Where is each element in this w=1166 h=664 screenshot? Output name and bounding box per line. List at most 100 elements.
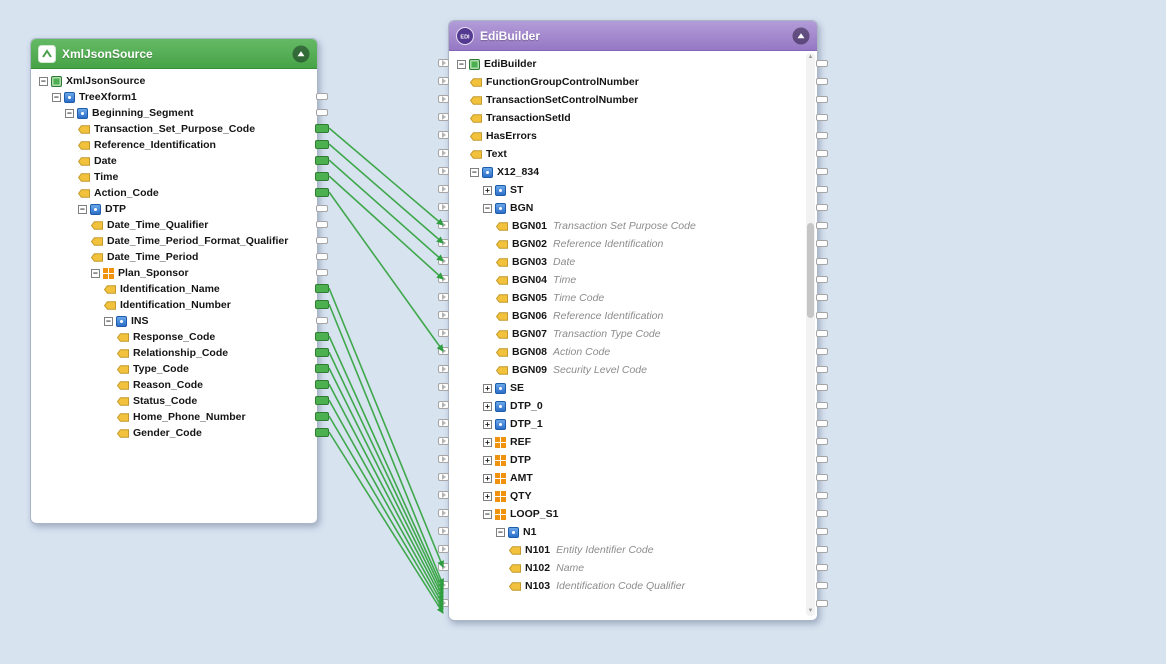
target-input-port[interactable] xyxy=(438,419,449,427)
source-output-port[interactable] xyxy=(315,300,329,309)
target-output-port[interactable] xyxy=(816,366,828,373)
collapse-node-icon[interactable]: − xyxy=(470,168,479,177)
scrollbar[interactable]: ▲ ▼ xyxy=(806,53,815,616)
mapping-connection[interactable] xyxy=(329,160,443,261)
target-input-port[interactable] xyxy=(438,491,449,499)
tree-row[interactable]: Transaction_Set_Purpose_Code xyxy=(31,121,317,137)
mapping-connection[interactable] xyxy=(329,368,443,597)
tree-row[interactable]: −BGN xyxy=(449,199,817,217)
source-panel-header[interactable]: XmlJsonSource xyxy=(31,39,317,69)
tree-row[interactable]: Status_Code xyxy=(31,393,317,409)
tree-row[interactable]: TransactionSetId xyxy=(449,109,817,127)
target-output-port[interactable] xyxy=(816,258,828,265)
tree-row[interactable]: BGN08Action Code xyxy=(449,343,817,361)
source-output-port[interactable] xyxy=(315,124,329,133)
tree-row[interactable]: Time xyxy=(31,169,317,185)
collapse-node-icon[interactable]: − xyxy=(483,204,492,213)
target-output-port[interactable] xyxy=(816,204,828,211)
target-output-port[interactable] xyxy=(816,600,828,607)
tree-row[interactable]: +DTP_1 xyxy=(449,415,817,433)
scrollbar-thumb[interactable] xyxy=(807,223,814,318)
expand-node-icon[interactable]: + xyxy=(483,456,492,465)
collapse-node-icon[interactable]: − xyxy=(52,93,61,102)
collapse-node-icon[interactable]: − xyxy=(91,269,100,278)
target-input-port[interactable] xyxy=(438,311,449,319)
tree-row[interactable]: N102Name xyxy=(449,559,817,577)
tree-row[interactable]: N103Identification Code Qualifier xyxy=(449,577,817,595)
target-input-port[interactable] xyxy=(438,275,449,283)
target-input-port[interactable] xyxy=(438,95,449,103)
source-output-port[interactable] xyxy=(315,284,329,293)
target-output-port[interactable] xyxy=(816,276,828,283)
mapping-connection[interactable] xyxy=(329,144,443,243)
target-input-port[interactable] xyxy=(438,131,449,139)
target-output-port[interactable] xyxy=(816,60,828,67)
source-output-port[interactable] xyxy=(315,172,329,181)
target-output-port[interactable] xyxy=(816,582,828,589)
target-output-port[interactable] xyxy=(816,510,828,517)
target-output-port[interactable] xyxy=(816,474,828,481)
target-input-port[interactable] xyxy=(438,257,449,265)
tree-row[interactable]: Relationship_Code xyxy=(31,345,317,361)
target-output-port[interactable] xyxy=(816,546,828,553)
target-output-port[interactable] xyxy=(816,240,828,247)
source-output-port[interactable] xyxy=(316,237,328,244)
expand-node-icon[interactable]: + xyxy=(483,402,492,411)
tree-row[interactable]: BGN05Time Code xyxy=(449,289,817,307)
source-output-port[interactable] xyxy=(316,317,328,324)
scrollbar-down-icon[interactable]: ▼ xyxy=(806,607,815,616)
target-output-port[interactable] xyxy=(816,96,828,103)
target-input-port[interactable] xyxy=(438,563,449,571)
tree-row[interactable]: Date xyxy=(31,153,317,169)
tree-row[interactable]: BGN03Date xyxy=(449,253,817,271)
source-output-port[interactable] xyxy=(315,140,329,149)
tree-row[interactable]: BGN04Time xyxy=(449,271,817,289)
expand-node-icon[interactable]: + xyxy=(483,438,492,447)
target-output-port[interactable] xyxy=(816,114,828,121)
mapping-connection[interactable] xyxy=(329,432,443,613)
mapping-connection[interactable] xyxy=(329,304,443,585)
target-input-port[interactable] xyxy=(438,293,449,301)
source-output-port[interactable] xyxy=(316,269,328,276)
source-output-port[interactable] xyxy=(315,380,329,389)
tree-row[interactable]: BGN09Security Level Code xyxy=(449,361,817,379)
target-input-port[interactable] xyxy=(438,329,449,337)
target-input-port[interactable] xyxy=(438,509,449,517)
tree-row[interactable]: Date_Time_Period xyxy=(31,249,317,265)
tree-row[interactable]: +DTP_0 xyxy=(449,397,817,415)
target-input-port[interactable] xyxy=(438,221,449,229)
source-output-port[interactable] xyxy=(315,156,329,165)
tree-row[interactable]: N101Entity Identifier Code xyxy=(449,541,817,559)
target-input-port[interactable] xyxy=(438,347,449,355)
target-output-port[interactable] xyxy=(816,78,828,85)
tree-row[interactable]: −X12_834 xyxy=(449,163,817,181)
collapse-node-icon[interactable]: − xyxy=(457,60,466,69)
target-output-port[interactable] xyxy=(816,420,828,427)
mapping-connection[interactable] xyxy=(329,384,443,601)
target-input-port[interactable] xyxy=(438,527,449,535)
source-output-port[interactable] xyxy=(316,253,328,260)
target-input-port[interactable] xyxy=(438,203,449,211)
target-output-port[interactable] xyxy=(816,186,828,193)
target-output-port[interactable] xyxy=(816,456,828,463)
tree-row[interactable]: Text xyxy=(449,145,817,163)
tree-row[interactable]: −TreeXform1 xyxy=(31,89,317,105)
tree-row[interactable]: BGN07Transaction Type Code xyxy=(449,325,817,343)
target-panel-header[interactable]: EDI EdiBuilder xyxy=(449,21,817,51)
tree-row[interactable]: Reason_Code xyxy=(31,377,317,393)
collapse-node-icon[interactable]: − xyxy=(78,205,87,214)
target-output-port[interactable] xyxy=(816,528,828,535)
tree-row[interactable]: Home_Phone_Number xyxy=(31,409,317,425)
target-input-port[interactable] xyxy=(438,545,449,553)
expand-node-icon[interactable]: + xyxy=(483,384,492,393)
tree-row[interactable]: +AMT xyxy=(449,469,817,487)
target-output-port[interactable] xyxy=(816,168,828,175)
tree-row[interactable]: −Plan_Sponsor xyxy=(31,265,317,281)
target-output-port[interactable] xyxy=(816,348,828,355)
tree-row[interactable]: −LOOP_S1 xyxy=(449,505,817,523)
tree-row[interactable]: −INS xyxy=(31,313,317,329)
mapping-connection[interactable] xyxy=(329,176,443,279)
target-input-port[interactable] xyxy=(438,185,449,193)
target-input-port[interactable] xyxy=(438,113,449,121)
tree-row[interactable]: TransactionSetControlNumber xyxy=(449,91,817,109)
